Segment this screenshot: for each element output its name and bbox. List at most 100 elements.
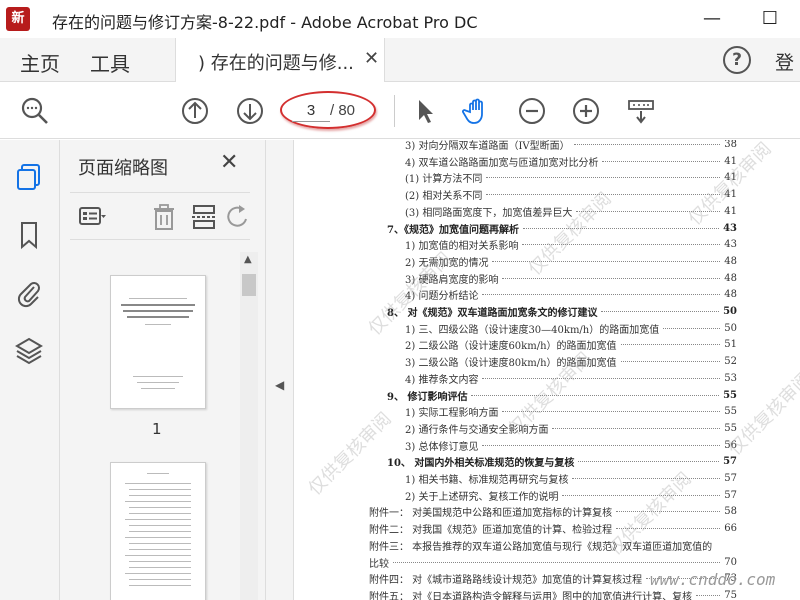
toc-entry[interactable]: (1) 计算方法不同 41 <box>405 169 737 186</box>
tab-tools[interactable]: 工具 <box>90 48 130 77</box>
toc-entry[interactable]: 1) 实际工程影响方面 55 <box>405 403 737 420</box>
toc-entry[interactable]: 4) 问题分析结论 48 <box>405 286 737 303</box>
toc-entry-title: (2) 相对关系不同 <box>405 187 485 203</box>
scroll-up-icon[interactable]: ▲ <box>244 254 252 265</box>
thumbnail-page-2[interactable] <box>110 462 206 600</box>
left-navigation-rail <box>0 140 60 600</box>
document-tab-label: ) 存在的问题与修... <box>198 53 354 74</box>
toc-entry[interactable]: 附件一： 对美国规范中公路和匝道加宽指标的计算复核 58 <box>369 503 737 520</box>
thumbnail-page-number: 1 <box>152 420 162 438</box>
tab-home[interactable]: 主页 <box>20 48 60 77</box>
toc-entry-title: 附件一： 对美国规范中公路和匝道加宽指标的计算复核 <box>369 504 615 520</box>
keyboard-tool-icon[interactable] <box>626 96 656 126</box>
toc-leader-dots <box>492 260 721 262</box>
toc-entry-title: 2) 关于上述研究、复核工作的说明 <box>405 487 561 503</box>
next-page-icon[interactable] <box>235 96 265 126</box>
toc-entry-title: 附件五： 对《日本道路构造令解释与运用》图中的加宽值进行计算、复核 <box>369 587 695 600</box>
toc-entry-page: 48 <box>722 289 737 301</box>
toc-entry[interactable]: 9、 修订影响评估 55 <box>387 387 737 404</box>
toc-entry[interactable]: 3) 二级公路（设计速度80km/h）的路面加宽值 52 <box>405 353 737 370</box>
toc-entry-page: 57 <box>721 456 737 468</box>
close-panel-icon[interactable]: ✕ <box>220 150 238 175</box>
toc-entry[interactable]: 4) 推荐条文内容 53 <box>405 370 737 387</box>
toc-entry[interactable]: 2) 无需加宽的情况 48 <box>405 253 737 270</box>
toc-entry[interactable]: 4) 双车道公路路面加宽与匝道加宽对比分析 41 <box>405 153 737 170</box>
toc-entry-page: 55 <box>721 389 737 401</box>
attachments-icon[interactable] <box>14 278 44 308</box>
toc-entry[interactable]: 附件二： 对我国《规范》匝道加宽值的计算、检验过程 66 <box>369 520 737 537</box>
toc-entry[interactable]: 8、 对《规范》双车道路面加宽条文的修订建议 50 <box>387 303 737 320</box>
toc-entry[interactable]: 1) 三、四级公路（设计速度30—40km/h）的路面加宽值 50 <box>405 320 737 337</box>
page-number-input[interactable] <box>292 100 330 122</box>
toc-leader-dots <box>572 478 721 479</box>
layers-icon[interactable] <box>14 336 44 366</box>
toc-entry[interactable]: 7、《规范》加宽值问题再解析 43 <box>387 220 737 237</box>
delete-page-icon[interactable] <box>150 203 178 231</box>
thumbnail-scrollbar[interactable]: ▲ <box>240 252 258 600</box>
toc-entry-page: 56 <box>722 439 737 451</box>
login-link[interactable]: 登 <box>775 48 794 75</box>
toc-entry-title: 7、《规范》加宽值问题再解析 <box>387 220 521 236</box>
previous-page-icon[interactable] <box>180 96 210 126</box>
toc-leader-dots <box>616 528 721 530</box>
toc-entry-title: 附件二： 对我国《规范》匝道加宽值的计算、检验过程 <box>369 521 615 537</box>
tab-bar: 主页 工具 ) 存在的问题与修... ✕ ? 登 <box>0 38 800 82</box>
toc-leader-dots <box>620 344 721 346</box>
toc-entry[interactable]: 2) 通行条件与交通安全影响方面 55 <box>405 420 737 437</box>
rotate-page-icon[interactable] <box>224 203 252 231</box>
toc-entry-title: 2) 无需加宽的情况 <box>405 253 491 269</box>
toc-entry[interactable]: 3) 硬路肩宽度的影响 48 <box>405 270 737 287</box>
toc-entry-page: 55 <box>722 422 737 434</box>
toc-entry-title: 2) 通行条件与交通安全影响方面 <box>405 420 551 436</box>
toc-entry[interactable]: 附件三： 本报告推荐的双车道公路加宽值与现行《规范》双车道匝道加宽值的 <box>369 537 737 554</box>
search-icon[interactable] <box>20 96 50 126</box>
toc-leader-dots <box>471 394 720 396</box>
toc-entry[interactable]: 3) 总体修订意见 56 <box>405 437 737 454</box>
document-viewport[interactable]: 3) 对向分隔双车道路面（IV型断面） 38 4) 双车道公路路面加宽与匝道加宽对比… <box>295 140 800 600</box>
toc-entry[interactable]: (3) 相同路面宽度下，加宽值差异巨大 41 <box>405 203 737 220</box>
toc-entry[interactable]: 2) 关于上述研究、复核工作的说明 57 <box>405 487 737 504</box>
toc-entry-title: 1) 实际工程影响方面 <box>405 404 501 420</box>
toc-leader-dots <box>486 177 721 179</box>
collapse-panel-icon[interactable]: ◀ <box>275 378 284 392</box>
toc-entry[interactable]: 比较 70 <box>369 554 737 571</box>
toc-entry[interactable]: 3) 对向分隔双车道路面（IV型断面） 38 <box>405 140 737 153</box>
tab-document[interactable]: ) 存在的问题与修... ✕ <box>175 38 385 82</box>
extract-pages-icon[interactable] <box>190 203 218 231</box>
toc-entry[interactable]: 1) 加宽值的相对关系影响 43 <box>405 236 737 253</box>
scrollbar-thumb[interactable] <box>242 274 256 296</box>
toc-entry[interactable]: 2) 二级公路（设计速度60km/h）的路面加宽值 51 <box>405 336 737 353</box>
help-icon[interactable]: ? <box>723 46 751 74</box>
toc-entry-page: 70 <box>722 556 737 568</box>
toc-entry-page: 55 <box>722 406 737 418</box>
select-cursor-icon[interactable] <box>410 96 440 126</box>
zoom-in-icon[interactable] <box>571 96 601 126</box>
toc-entry-page: 48 <box>722 255 737 267</box>
toolbar-divider <box>394 95 395 127</box>
minimize-button[interactable]: — <box>697 6 727 32</box>
panel-collapse-bar: ◀ <box>266 140 294 600</box>
toc-entry[interactable]: 10、 对国内外相关标准规范的恢复与复核 57 <box>387 453 737 470</box>
toc-entry-title: 1) 加宽值的相对关系影响 <box>405 237 521 253</box>
toc-entry-title: 4) 问题分析结论 <box>405 287 481 303</box>
toc-leader-dots <box>502 277 721 279</box>
maximize-button[interactable]: ☐ <box>755 6 785 32</box>
toc-entry[interactable]: (2) 相对关系不同 41 <box>405 186 737 203</box>
acrobat-app-icon[interactable]: 新 <box>6 7 30 31</box>
toc-entry-page: 41 <box>722 189 737 201</box>
thumbnail-page-1[interactable] <box>110 275 206 409</box>
toc-entry[interactable]: 1) 相关书籍、标准规范再研究与复核 57 <box>405 470 737 487</box>
toc-entry-page: 41 <box>722 155 737 167</box>
toc-leader-dots <box>578 461 720 463</box>
toc-leader-dots <box>486 194 721 196</box>
bookmarks-icon[interactable] <box>14 220 44 250</box>
close-tab-icon[interactable]: ✕ <box>364 48 379 69</box>
toc-entry-page: 50 <box>722 322 737 334</box>
zoom-out-icon[interactable] <box>517 96 547 126</box>
options-menu-icon[interactable] <box>78 203 106 231</box>
hand-tool-icon[interactable] <box>462 96 492 126</box>
page-thumbnails-icon[interactable] <box>14 162 44 192</box>
title-bar: 新 存在的问题与修订方案-8-22.pdf - Adobe Acrobat Pr… <box>0 0 800 38</box>
toc-entry-page: 50 <box>721 306 737 317</box>
toc-entry-title: 3) 总体修订意见 <box>405 437 481 453</box>
